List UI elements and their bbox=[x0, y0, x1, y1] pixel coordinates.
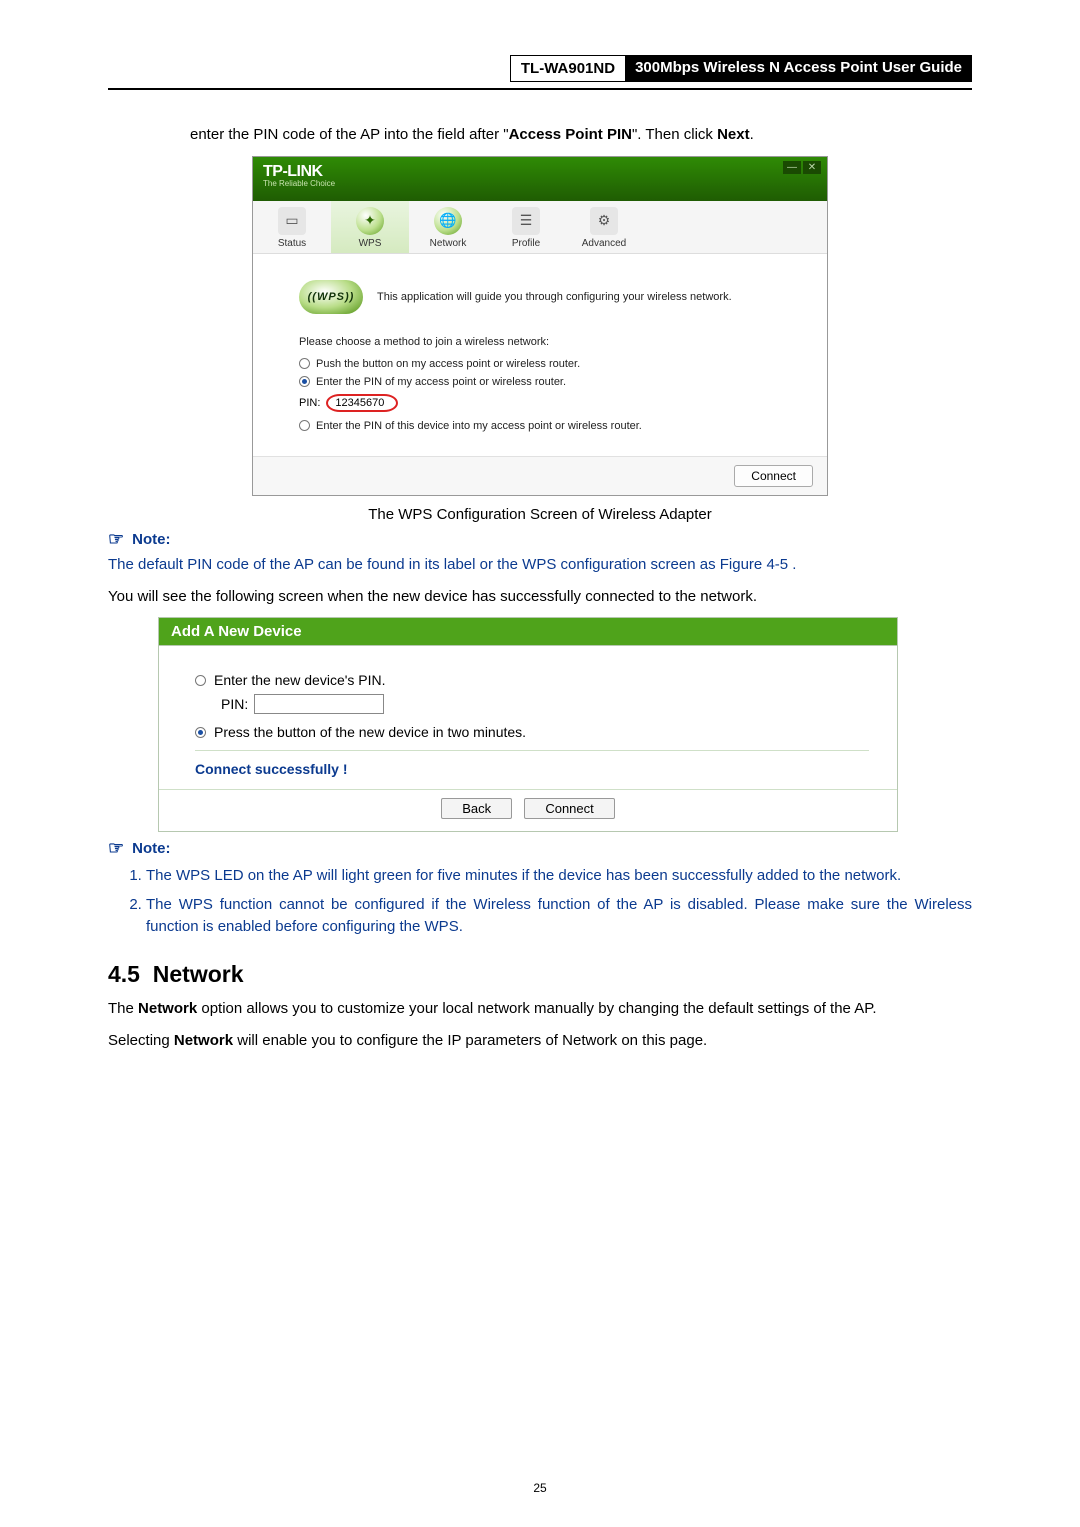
section-paragraph-1: The Network option allows you to customi… bbox=[108, 998, 972, 1020]
header-rule bbox=[108, 88, 972, 90]
app2-pin-row: PIN: bbox=[221, 694, 869, 714]
note-item: The WPS LED on the AP will light green f… bbox=[146, 865, 972, 888]
wps-description: This application will guide you through … bbox=[377, 291, 732, 303]
hand-icon: ☞ bbox=[108, 838, 124, 859]
tplink-tagline: The Reliable Choice bbox=[263, 179, 817, 188]
pin-input-row: PIN: 12345670 bbox=[299, 394, 797, 412]
divider bbox=[195, 750, 869, 751]
app2-title: Add A New Device bbox=[159, 618, 897, 646]
page-number: 25 bbox=[0, 1481, 1080, 1495]
app1-tabs: ▭ Status ✦ WPS 🌐 Network ☰ Profile ⚙ Adv… bbox=[253, 201, 827, 254]
advanced-icon: ⚙ bbox=[590, 207, 618, 235]
tab-wps[interactable]: ✦ WPS bbox=[331, 201, 409, 253]
minimize-icon[interactable]: — bbox=[783, 161, 801, 174]
app1-footer: Connect bbox=[253, 456, 827, 495]
wps-icon: ✦ bbox=[356, 207, 384, 235]
app2-pin-input[interactable] bbox=[254, 694, 384, 714]
wps-adapter-window: TP-LINK The Reliable Choice — ✕ ▭ Status… bbox=[252, 156, 828, 496]
tab-profile[interactable]: ☰ Profile bbox=[487, 201, 565, 253]
intro-paragraph: enter the PIN code of the AP into the fi… bbox=[108, 124, 972, 146]
tab-network[interactable]: 🌐 Network bbox=[409, 201, 487, 253]
note-heading-1: ☞ Note: bbox=[108, 529, 972, 550]
app2-body: Enter the new device's PIN. PIN: Press t… bbox=[159, 646, 897, 789]
profile-icon: ☰ bbox=[512, 207, 540, 235]
tab-advanced[interactable]: ⚙ Advanced bbox=[565, 201, 643, 253]
radio-icon bbox=[195, 675, 206, 686]
note-heading-2: ☞ Note: bbox=[108, 838, 972, 859]
add-device-panel: Add A New Device Enter the new device's … bbox=[158, 617, 898, 832]
post-note-paragraph: You will see the following screen when t… bbox=[108, 586, 972, 608]
wps-badge-icon: ((WPS)) bbox=[299, 280, 363, 314]
app1-body: ((WPS)) This application will guide you … bbox=[253, 254, 827, 456]
radio-push-button[interactable]: Push the button on my access point or wi… bbox=[299, 358, 797, 370]
doc-header: TL-WA901ND 300Mbps Wireless N Access Poi… bbox=[108, 55, 972, 82]
status-icon: ▭ bbox=[278, 207, 306, 235]
pin-input[interactable]: 12345670 bbox=[326, 394, 398, 412]
radio-press-button[interactable]: Press the button of the new device in tw… bbox=[195, 724, 869, 740]
model-label: TL-WA901ND bbox=[510, 55, 625, 82]
choose-method-label: Please choose a method to join a wireles… bbox=[299, 336, 797, 348]
close-icon[interactable]: ✕ bbox=[803, 161, 821, 174]
radio-enter-device-pin[interactable]: Enter the PIN of this device into my acc… bbox=[299, 420, 797, 432]
connect-button[interactable]: Connect bbox=[524, 798, 614, 819]
section-heading: 4.5 Network bbox=[108, 961, 972, 988]
tab-status[interactable]: ▭ Status bbox=[253, 201, 331, 253]
radio-enter-ap-pin[interactable]: Enter the PIN of my access point or wire… bbox=[299, 376, 797, 388]
network-icon: 🌐 bbox=[434, 207, 462, 235]
app2-button-row: Back Connect bbox=[159, 790, 897, 831]
back-button[interactable]: Back bbox=[441, 798, 512, 819]
pin-label: PIN: bbox=[221, 696, 248, 712]
figure-caption-1: The WPS Configuration Screen of Wireless… bbox=[108, 506, 972, 523]
hand-icon: ☞ bbox=[108, 529, 124, 550]
radio-enter-new-pin[interactable]: Enter the new device's PIN. bbox=[195, 672, 869, 688]
section-paragraph-2: Selecting Network will enable you to con… bbox=[108, 1030, 972, 1052]
radio-icon bbox=[299, 420, 310, 431]
note-1-body: The default PIN code of the AP can be fo… bbox=[108, 554, 972, 576]
radio-icon bbox=[299, 358, 310, 369]
note-item: The WPS function cannot be configured if… bbox=[146, 894, 972, 939]
radio-icon bbox=[299, 376, 310, 387]
pin-label: PIN: bbox=[299, 397, 320, 409]
connect-success-label: Connect successfully ! bbox=[195, 761, 869, 781]
window-buttons: — ✕ bbox=[783, 161, 821, 174]
note-2-list: The WPS LED on the AP will light green f… bbox=[108, 865, 972, 939]
app1-titlebar: TP-LINK The Reliable Choice — ✕ bbox=[253, 157, 827, 201]
radio-icon bbox=[195, 727, 206, 738]
doc-title: 300Mbps Wireless N Access Point User Gui… bbox=[625, 55, 972, 82]
connect-button[interactable]: Connect bbox=[734, 465, 813, 487]
